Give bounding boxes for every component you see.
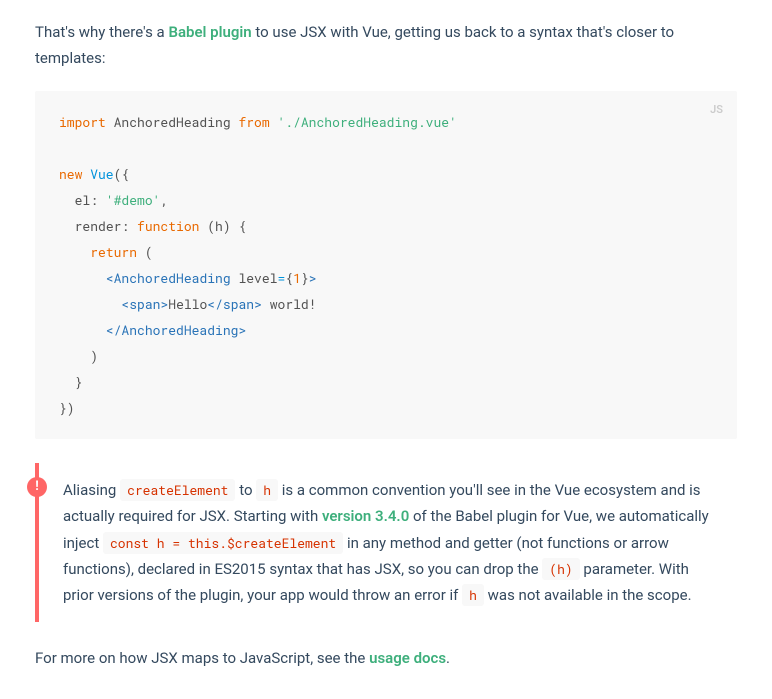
code-punc: { <box>238 217 246 235</box>
code-line: } <box>59 373 82 391</box>
code-block: JS import AnchoredHeading from './Anchor… <box>35 91 737 439</box>
code-tag: AnchoredHeading <box>121 321 238 339</box>
inline-code: const h = this.$createElement <box>103 532 343 554</box>
inline-code: createElement <box>120 479 235 501</box>
code-kw: import <box>59 113 106 131</box>
code-line: ) <box>59 347 98 365</box>
intro-paragraph: That's why there's a Babel plugin to use… <box>35 20 737 71</box>
code-pad <box>59 217 75 235</box>
alert-note: ! Aliasing createElement to h is a commo… <box>35 463 737 622</box>
code-kw: new <box>59 165 82 183</box>
code-tag: AnchoredHeading <box>114 269 231 287</box>
code-punc: { <box>285 269 293 287</box>
alert-text: Aliasing <box>63 481 120 499</box>
outro-paragraph: For more on how JSX maps to JavaScript, … <box>35 646 737 672</box>
inline-code: (h) <box>542 558 579 580</box>
alert-text: was not available in the scope. <box>484 586 692 604</box>
alert-icon: ! <box>27 477 47 497</box>
code-tagpunc: </ <box>106 321 122 339</box>
code-pad <box>59 243 90 261</box>
code-tagpunc: </ <box>207 295 223 313</box>
code-tagpunc: > <box>254 295 262 313</box>
code-punc: , <box>160 191 168 209</box>
code-str: './AnchoredHeading.vue' <box>270 113 457 131</box>
code-ident: AnchoredHeading <box>106 113 239 131</box>
code-kw: from <box>238 113 269 131</box>
alert-text: Aliasing createElement to h is a common … <box>63 477 713 608</box>
usage-docs-link[interactable]: usage docs <box>369 649 446 667</box>
code-kw: function <box>137 217 199 235</box>
code-tagpunc: < <box>106 269 114 287</box>
code-punc: ( <box>137 243 153 261</box>
code-pad <box>59 295 121 313</box>
version-link[interactable]: version 3.4.0 <box>322 507 409 525</box>
code-tagpunc: > <box>238 321 246 339</box>
code-text: Hello <box>168 295 207 313</box>
code-pad <box>59 321 106 339</box>
code-punc: : <box>90 191 106 209</box>
code-pad <box>59 191 75 209</box>
outro-text: . <box>446 649 450 667</box>
intro-text-before: That's why there's a <box>35 23 168 41</box>
code-punc: (h) <box>199 217 238 235</box>
code-prop: el <box>75 191 91 209</box>
babel-plugin-link[interactable]: Babel plugin <box>168 23 251 41</box>
alert-text: to <box>235 481 256 499</box>
code-line: }) <box>59 399 75 417</box>
code-attr: level <box>231 269 278 287</box>
code-kw: return <box>90 243 137 261</box>
inline-code: h <box>256 479 278 501</box>
code-func: Vue <box>82 165 113 183</box>
code-tagpunc: > <box>309 269 317 287</box>
code-punc: ({ <box>114 165 130 183</box>
code-text: world! <box>262 295 317 313</box>
code-prop: render <box>75 217 122 235</box>
outro-text: For more on how JSX maps to JavaScript, … <box>35 649 369 667</box>
code-content: import AnchoredHeading from './AnchoredH… <box>59 109 713 421</box>
code-num: 1 <box>293 269 301 287</box>
code-language-badge: JS <box>710 99 723 121</box>
inline-code: h <box>462 584 484 606</box>
code-punc: : <box>121 217 137 235</box>
code-tag: span <box>129 295 160 313</box>
code-punc: } <box>301 269 309 287</box>
code-pad <box>59 269 106 287</box>
code-str: '#demo' <box>106 191 161 209</box>
code-tag: span <box>223 295 254 313</box>
